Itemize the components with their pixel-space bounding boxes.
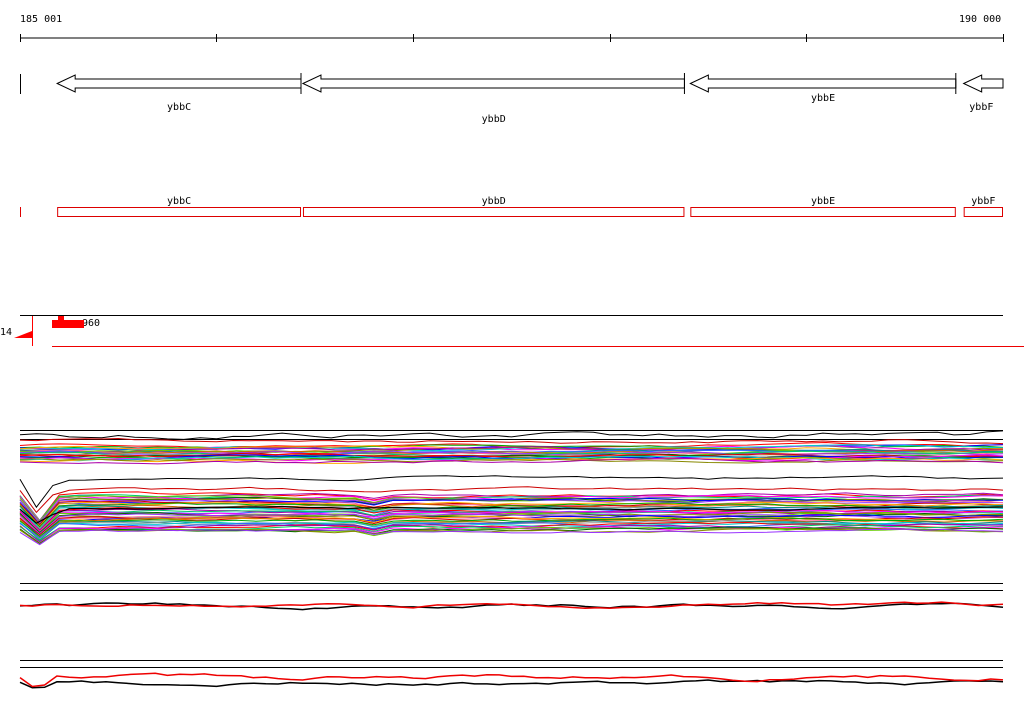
gene-arrow-ybbD — [301, 74, 685, 93]
gene-box-label-ybbE: ybbE — [811, 196, 835, 207]
ruler-track — [20, 34, 1004, 42]
gene-arrow-track: ybbC ybbD ybbE ybbF — [20, 73, 1004, 125]
gene-box-ybbF — [963, 207, 1003, 217]
sample-line — [19, 528, 1004, 546]
gene-label-ybbE: ybbE — [811, 93, 835, 104]
genome-browser-view: 185 001 190 000 14 960 ybbC ybbD ybbE ybbF … — [0, 0, 1024, 714]
gene-arrow-ybbC — [55, 74, 302, 93]
gene-label-ybbC: ybbC — [167, 102, 191, 113]
coverage-min-marker — [14, 331, 32, 338]
gene-arrow-ybbE — [689, 74, 957, 93]
gene-box-track: ybbC ybbD ybbE ybbF — [20, 196, 1003, 217]
gene-box-ybbD — [302, 207, 685, 217]
coverage-peak-cap — [58, 316, 64, 320]
gene-box-ybbE — [690, 207, 956, 217]
gene-arrow-ybbF — [962, 74, 1004, 93]
gene-box-label-ybbD: ybbD — [482, 196, 506, 207]
coverage-peak — [52, 320, 84, 328]
comparison-track-2 — [19, 660, 1004, 689]
gene-box-label-ybbC: ybbC — [167, 196, 191, 207]
coverage-track — [14, 315, 1024, 347]
gene-box-label-ybbF: ybbF — [971, 196, 995, 207]
gene-box-ybbC — [57, 207, 301, 217]
gene-label-ybbD: ybbD — [482, 114, 506, 125]
comparison-track-1 — [19, 583, 1004, 611]
tracks-canvas: ybbC ybbD ybbE ybbF ybbC ybbD ybbE ybbF — [14, 34, 1024, 689]
gene-label-ybbF: ybbF — [969, 102, 993, 113]
comparison-line-black — [19, 679, 1004, 689]
multi-sample-line-track — [19, 430, 1004, 546]
sample-line — [19, 430, 1004, 440]
